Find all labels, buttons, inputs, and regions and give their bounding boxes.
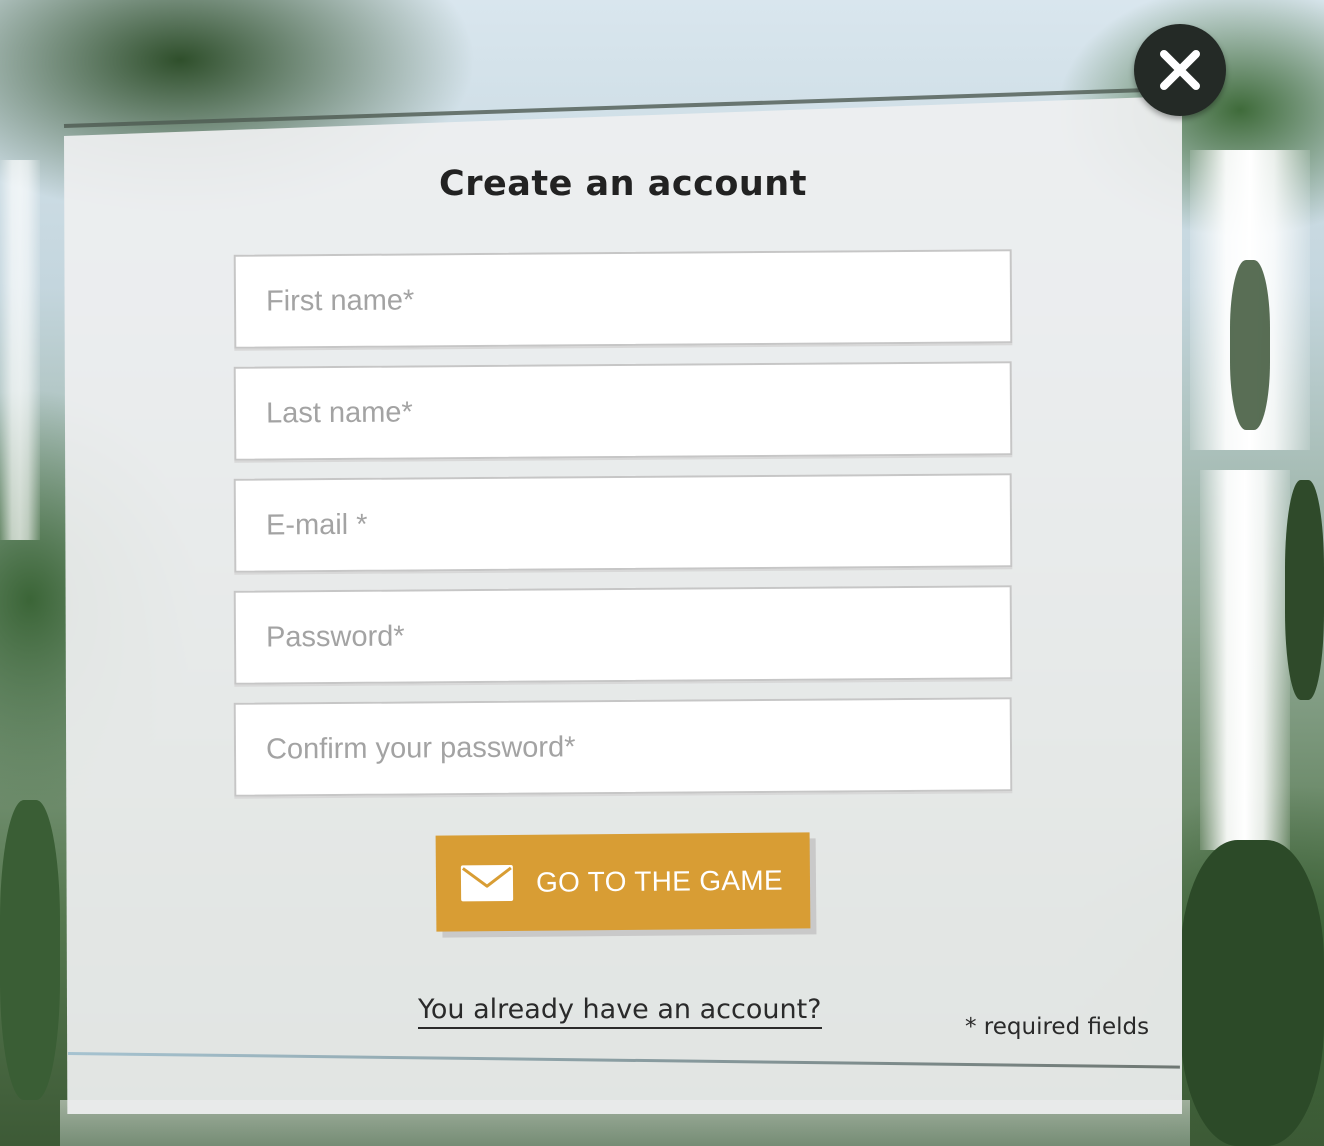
- password-input[interactable]: [235, 587, 1011, 683]
- rock: [1230, 260, 1270, 430]
- first-name-input[interactable]: [235, 251, 1011, 347]
- rock: [1285, 480, 1324, 700]
- login-link[interactable]: You already have an account?: [418, 994, 822, 1029]
- waterfall-stream: [1200, 470, 1290, 850]
- go-to-the-game-button[interactable]: GO TO THE GAME: [435, 832, 811, 932]
- last-name-field-box: [233, 361, 1013, 461]
- dialog-title: Create an account: [439, 164, 807, 204]
- waterfall-stream: [0, 160, 40, 540]
- foliage: [0, 800, 60, 1100]
- confirm-password-field-box: [233, 697, 1013, 797]
- close-button[interactable]: [1134, 24, 1226, 116]
- email-field-box: [233, 473, 1013, 573]
- email-input[interactable]: [235, 475, 1011, 571]
- last-name-input[interactable]: [235, 363, 1011, 459]
- close-icon: [1160, 50, 1200, 90]
- first-name-field-box: [233, 249, 1013, 349]
- confirm-password-input[interactable]: [235, 699, 1011, 795]
- foliage: [1180, 840, 1324, 1146]
- password-field-box: [233, 585, 1013, 685]
- required-fields-note: * required fields: [965, 1014, 1150, 1040]
- mail-icon: [460, 864, 514, 902]
- go-to-the-game-label: GO TO THE GAME: [535, 864, 784, 898]
